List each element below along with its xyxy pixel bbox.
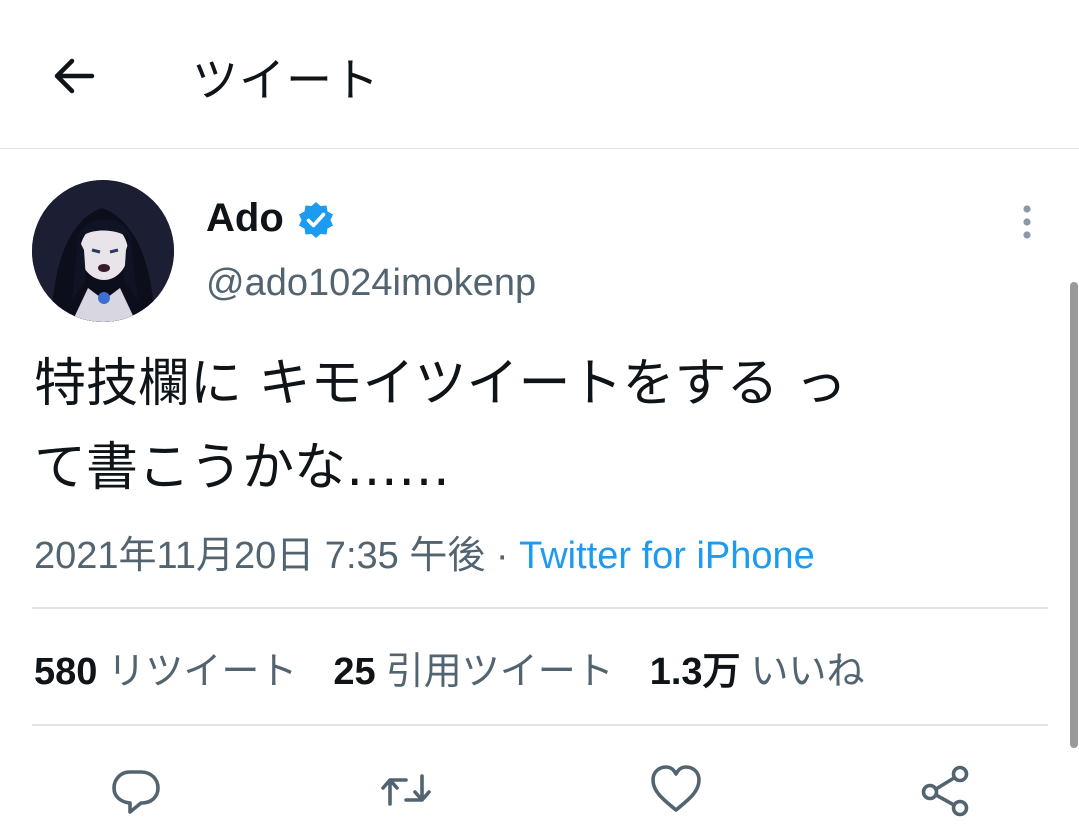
retweets-stat[interactable]: 580 リツイート [34, 640, 297, 695]
likes-count: 1.3万 [649, 651, 741, 693]
quote-tweets-label: 引用ツイート [385, 649, 614, 693]
reply-icon [112, 770, 160, 814]
likes-label: いいね [750, 649, 865, 693]
page-title: ツイート [192, 53, 380, 107]
top-app-bar: ツイート [0, 0, 1079, 149]
likes-stat[interactable]: 1.3万 いいね [650, 640, 865, 695]
author-handle[interactable]: @ado1024imokenp [206, 262, 536, 305]
avatar[interactable] [32, 180, 174, 322]
retweet-icon [381, 774, 431, 806]
meta-separator: · [495, 535, 509, 577]
back-button[interactable] [48, 50, 100, 102]
back-arrow-icon [54, 58, 95, 94]
verified-badge-icon [298, 201, 333, 238]
author-name-row: Ado [206, 196, 336, 241]
tweet-timestamp[interactable]: 2021年11月20日 7:35 午後 [34, 535, 485, 577]
avatar-image [32, 180, 174, 322]
tweet-text: 特技欄に キモイツイートをする っ て書こうかな…… [34, 342, 1044, 510]
author-name[interactable]: Ado [206, 196, 284, 241]
more-options-button[interactable] [1014, 204, 1040, 240]
engagement-stats: 580 リツイート 25 引用ツイート 1.3万 いいね [34, 640, 901, 695]
share-button[interactable] [918, 762, 974, 818]
divider [32, 724, 1048, 726]
quote-tweets-stat[interactable]: 25 引用ツイート [333, 640, 613, 695]
like-icon [651, 765, 701, 812]
more-vertical-icon [1023, 205, 1031, 239]
tweet-text-line: て書こうかな…… [34, 438, 451, 498]
retweets-count: 580 [34, 651, 98, 693]
tweet-text-line: 特技欄に キモイツイートをする っ [34, 354, 848, 414]
retweets-label: リツイート [107, 649, 298, 693]
tweet-source-link[interactable]: Twitter for iPhone [519, 535, 815, 577]
reply-button[interactable] [108, 762, 164, 818]
scrollbar[interactable] [1070, 282, 1078, 748]
quote-tweets-count: 25 [333, 651, 376, 693]
tweet-metadata: 2021年11月20日 7:35 午後 · Twitter for iPhone [34, 524, 815, 579]
like-button[interactable] [648, 762, 704, 818]
divider [32, 607, 1048, 609]
share-icon [921, 765, 969, 817]
retweet-button[interactable] [378, 762, 434, 818]
